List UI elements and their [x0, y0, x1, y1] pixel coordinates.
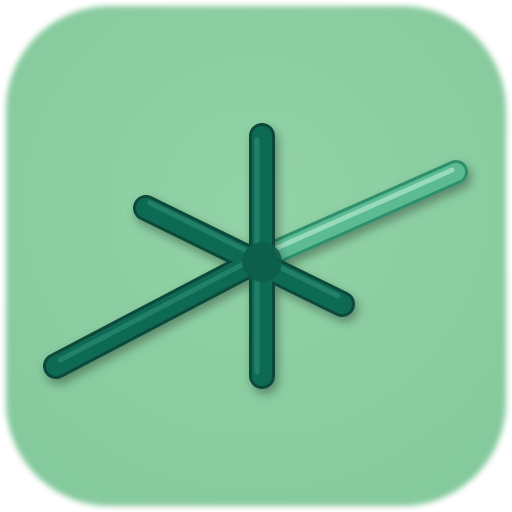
app-icon[interactable]	[0, 0, 512, 512]
app-icon-graphic	[6, 6, 506, 506]
